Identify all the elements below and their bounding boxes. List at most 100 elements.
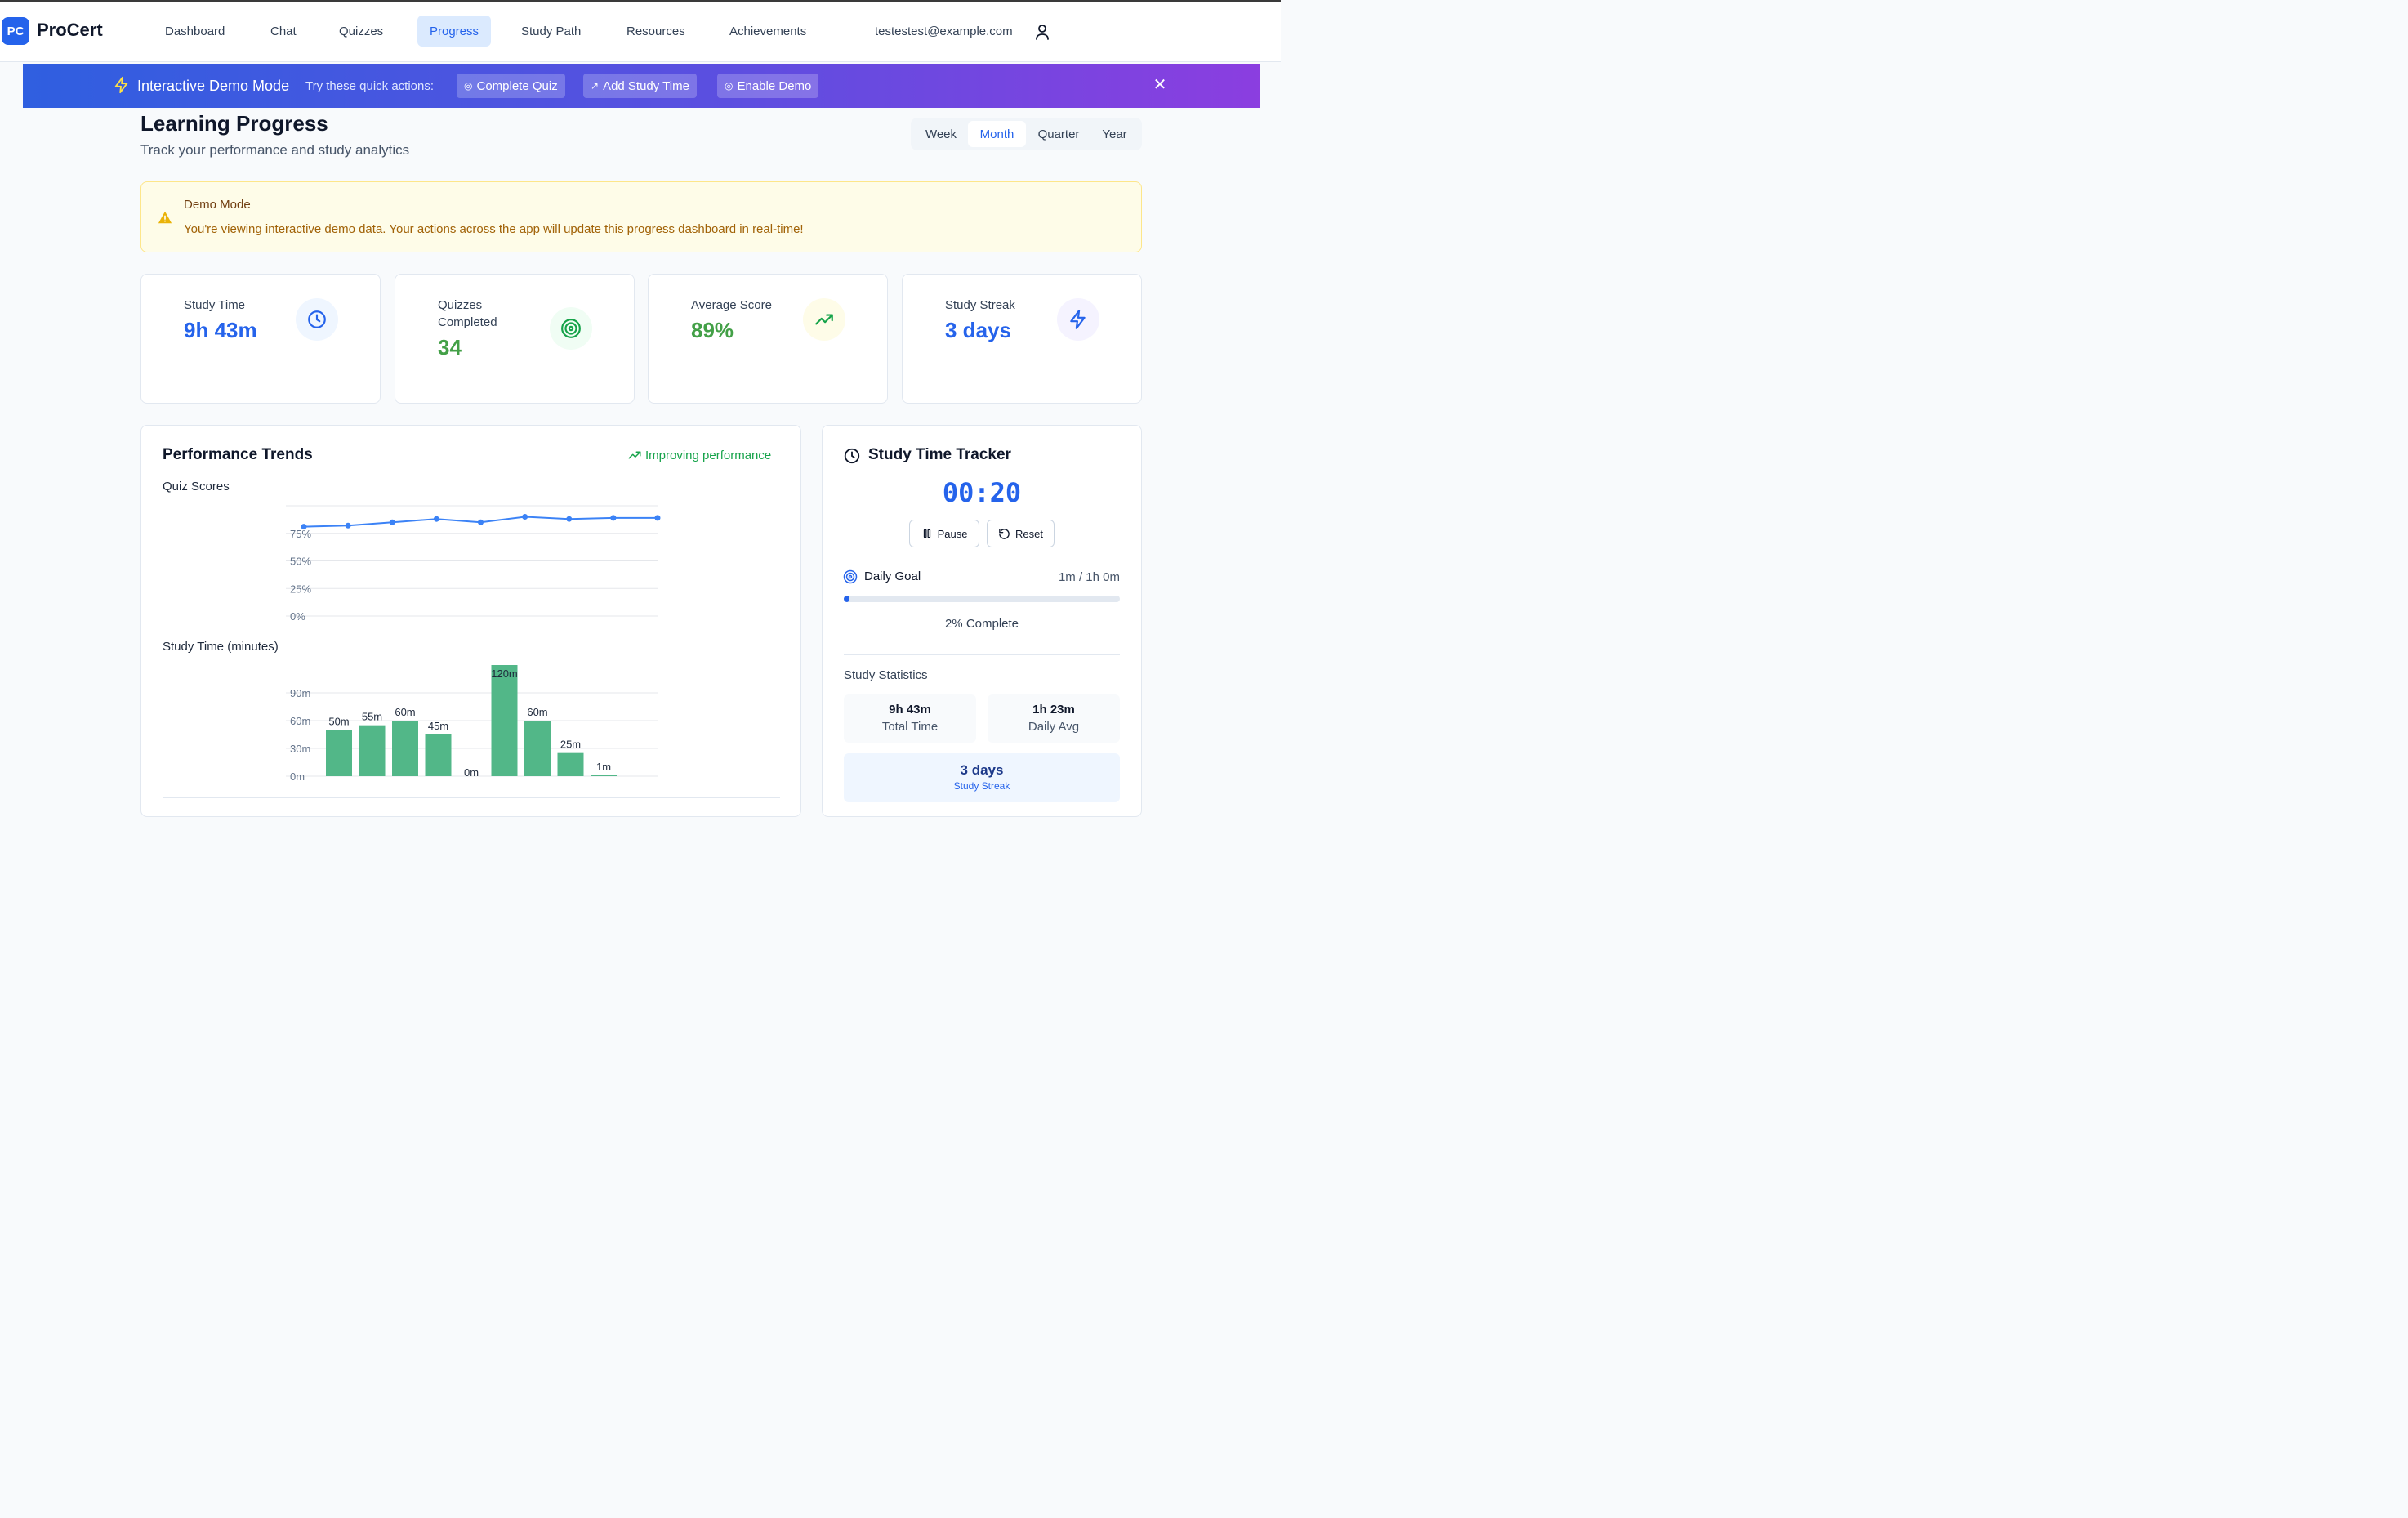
alert-body: You're viewing interactive demo data. Yo… [184,222,804,236]
trend-up-icon [628,451,641,459]
enable-demo-label: Enable Demo [737,78,812,93]
stat-card-study-time: Study Time 9h 43m [140,274,381,404]
tab-quarter[interactable]: Quarter [1028,121,1089,147]
data-point[interactable] [478,519,484,525]
quiz-scores-title: Quiz Scores [163,480,230,493]
data-point[interactable] [654,515,661,521]
user-icon[interactable] [1032,22,1052,42]
nav-resources[interactable]: Resources [616,16,696,47]
tab-week[interactable]: Week [916,121,966,147]
reset-button[interactable]: Reset [987,520,1055,547]
bolt-icon [114,76,128,94]
bar-value-label: 25m [560,739,581,751]
app-name[interactable]: ProCert [37,20,103,41]
trend-up-icon [803,298,845,341]
y-tick-label: 75% [290,528,311,540]
study-streak-label: Study Streak [953,780,1010,792]
daily-goal-progress [844,596,1120,602]
bar-value-label: 50m [328,715,349,727]
bar[interactable] [524,721,551,776]
alert-title: Demo Mode [184,198,251,212]
nav-progress[interactable]: Progress [417,16,491,47]
total-time-card: 9h 43m Total Time [844,694,976,743]
study-streak-card: 3 days Study Streak [844,753,1120,802]
bar-value-label: 60m [527,706,547,718]
nav-achievements[interactable]: Achievements [719,16,817,47]
study-time-chart: 0m 30m 60m 90m 50m 55m 60m 45m 0m 120m 60m 25m 1m [286,665,658,783]
bar[interactable] [491,665,518,776]
stat-value: 34 [438,335,462,359]
target-icon: ◎ [725,80,734,92]
tracker-title: Study Time Tracker [868,446,1011,463]
target-icon [550,307,592,350]
bar[interactable] [392,721,418,776]
enable-demo-button[interactable]: ◎ Enable Demo [717,74,819,98]
bar[interactable] [326,730,352,776]
daily-goal-label: Daily Goal [864,569,921,583]
stat-value: 9h 43m [184,318,257,342]
y-tick-label: 25% [290,583,311,595]
stat-label: Quizzes Completed [438,298,497,329]
divider [844,654,1120,655]
tab-year[interactable]: Year [1092,121,1137,147]
stat-value: 3 days [945,318,1011,342]
bar[interactable] [557,752,584,776]
study-streak-value: 3 days [960,762,1004,778]
pause-button[interactable]: Pause [909,520,979,547]
y-tick-label: 60m [290,715,310,727]
stat-label: Study Streak [945,298,1015,312]
tab-month[interactable]: Month [968,121,1026,147]
y-tick-label: 50% [290,556,311,568]
add-study-time-label: Add Study Time [603,78,689,93]
panel-divider [163,797,780,798]
stat-label: Study Time [184,298,246,312]
bar-value-label: 1m [596,761,611,773]
pause-icon [923,529,930,538]
top-navbar: PC ProCert Dashboard Chat Quizzes Progre… [0,2,1281,62]
daily-avg-card: 1h 23m Daily Avg [988,694,1120,743]
bar[interactable] [425,734,452,776]
bar-value-label: 55m [362,711,382,723]
trend-note-label: Improving performance [645,448,772,462]
nav-chat[interactable]: Chat [260,16,307,47]
bar-value-label: 45m [428,720,448,732]
clock-icon [296,298,338,341]
complete-quiz-button[interactable]: ◎ Complete Quiz [457,74,565,98]
total-time-value: 9h 43m [889,703,931,717]
nav-quizzes[interactable]: Quizzes [328,16,394,47]
quiz-scores-chart: 0% 25% 50% 75% [286,505,661,621]
target-icon: ◎ [464,80,473,92]
add-study-time-button[interactable]: ↗ Add Study Time [583,74,697,98]
daily-goal-value: 1m / 1h 0m [1058,570,1120,584]
stat-card-study-streak: Study Streak 3 days [902,274,1142,404]
data-point[interactable] [566,516,573,522]
data-point[interactable] [433,516,439,522]
y-tick-label: 0% [290,610,305,621]
close-icon[interactable]: ✕ [1151,76,1169,94]
data-point[interactable] [610,515,617,521]
demo-mode-banner: Interactive Demo Mode Try these quick ac… [23,64,1260,108]
data-point[interactable] [345,522,351,529]
data-point[interactable] [301,524,307,530]
timer-display: 00:20 [942,477,1022,508]
daily-avg-value: 1h 23m [1032,703,1075,717]
study-statistics-heading: Study Statistics [844,668,928,682]
stat-value: 89% [691,318,734,342]
nav-study-path[interactable]: Study Path [511,16,591,47]
page-subtitle: Track your performance and study analyti… [140,142,410,158]
daily-goal-fill [844,596,849,602]
performance-title: Performance Trends [163,446,313,463]
data-point[interactable] [389,519,395,525]
logo-badge[interactable]: PC [2,17,29,45]
y-tick-label: 0m [290,770,305,783]
bar[interactable] [359,725,386,776]
total-time-label: Total Time [881,720,939,734]
period-tabs: Week Month Quarter Year [911,118,1142,150]
nav-dashboard[interactable]: Dashboard [154,16,235,47]
bar[interactable] [591,775,617,777]
stat-card-average-score: Average Score 89% [648,274,888,404]
data-point[interactable] [522,514,528,520]
daily-goal-percent: 2% Complete [944,617,1019,631]
demo-banner-title: Interactive Demo Mode [137,78,290,94]
reset-label: Reset [1015,527,1043,540]
